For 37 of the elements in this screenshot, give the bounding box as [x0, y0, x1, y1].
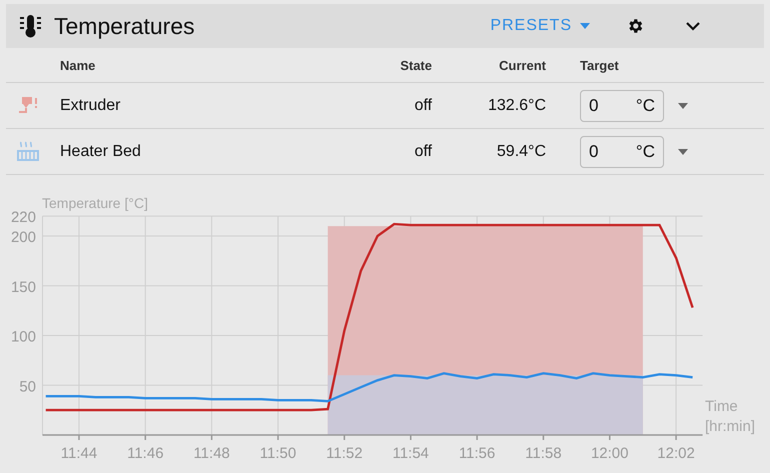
y-tick-label: 50	[19, 378, 36, 396]
state-value: off	[414, 96, 432, 114]
x-tick-label: 11:50	[260, 445, 296, 462]
column-header: State	[399, 58, 432, 72]
x-tick-label: 11:48	[193, 445, 230, 462]
x-tick-label: 11:52	[326, 445, 363, 462]
state-value: off	[414, 142, 432, 160]
dropdown-caret-icon[interactable]	[678, 102, 688, 108]
current-temperature: 59.4°C	[496, 142, 546, 160]
y-tick-label: 220	[10, 209, 36, 226]
thermometer-icon	[20, 14, 42, 38]
heater-name: Extruder	[60, 96, 122, 114]
y-tick-label: 200	[10, 229, 36, 246]
collapse-chevron-icon[interactable]	[686, 22, 700, 30]
x-tick-label: 11:54	[392, 445, 429, 462]
heater-name: Heater Bed	[60, 142, 142, 160]
x-tick-label: 11:46	[127, 445, 164, 462]
x-tick-label: 11:44	[60, 445, 98, 462]
x-tick-label: 11:56	[458, 445, 496, 462]
dropdown-caret-icon[interactable]	[678, 148, 688, 154]
target-field[interactable]: 0 °C	[580, 136, 664, 168]
panel-title: Temperatures	[54, 12, 195, 40]
x-tick-label: 12:02	[657, 445, 695, 462]
y-tick-label: 100	[10, 328, 36, 346]
column-header: Target	[580, 58, 619, 72]
caret-icon	[580, 23, 590, 29]
column-header: Name	[60, 58, 96, 72]
current-temperature: 132.6°C	[487, 96, 546, 114]
y-axis-label: Temperature [°C]	[42, 195, 148, 211]
x-axis-label: [hr:min]	[705, 418, 756, 435]
target-field[interactable]: 0 °C	[580, 90, 664, 122]
x-axis-label: Time	[705, 398, 738, 415]
column-header: Current	[498, 58, 546, 72]
x-tick-label: 12:00	[590, 445, 628, 462]
y-tick-label: 150	[10, 278, 36, 296]
x-tick-label: 11:58	[525, 445, 562, 462]
heater-bed-icon	[16, 140, 40, 164]
